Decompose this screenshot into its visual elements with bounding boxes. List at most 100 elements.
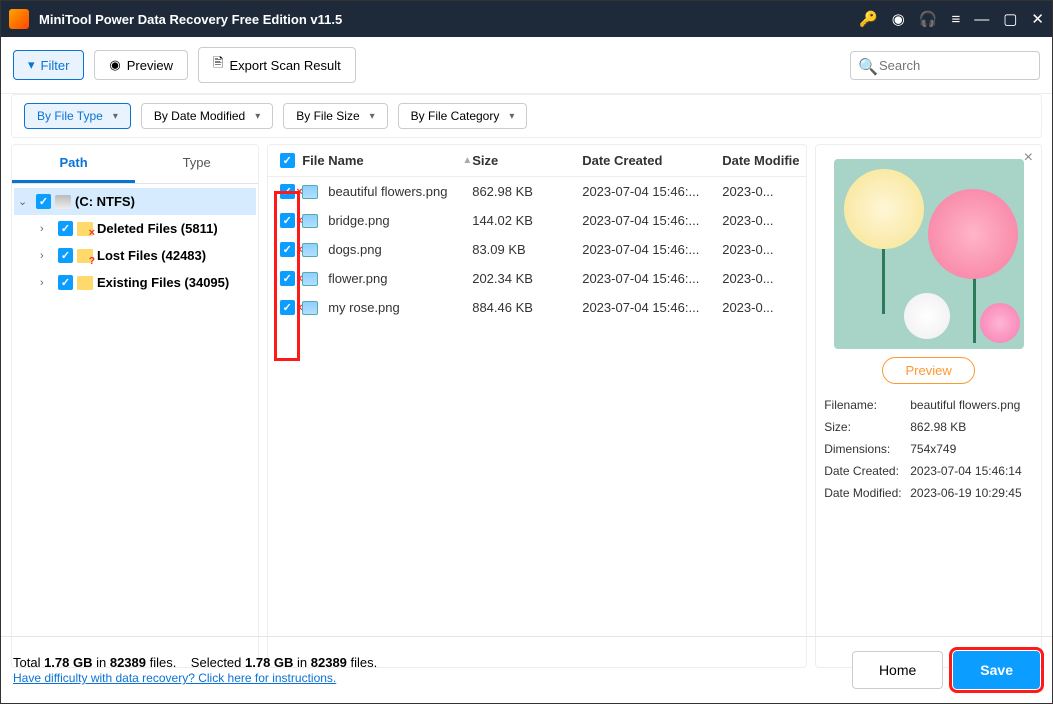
detail-date-created: 2023-07-04 15:46:14 [910,464,1033,478]
tab-path[interactable]: Path [12,145,135,183]
file-date-modified: 2023-0... [722,300,802,315]
file-date-created: 2023-07-04 15:46:... [582,271,722,286]
expand-icon[interactable]: › [40,223,54,235]
menu-icon[interactable]: ≡ [951,11,960,28]
image-file-icon [302,214,318,228]
table-header: File Name ▲ Size Date Created Date Modifi… [268,145,806,177]
search-input[interactable] [850,51,1040,80]
collapse-icon[interactable]: ⌄ [18,195,32,208]
file-date-created: 2023-07-04 15:46:... [582,242,722,257]
key-icon[interactable]: 🔑 [859,10,878,28]
file-date-created: 2023-07-04 15:46:... [582,213,722,228]
image-file-icon [302,243,318,257]
home-button[interactable]: Home [852,651,943,689]
file-size: 83.09 KB [472,242,582,257]
checkbox[interactable] [58,275,73,290]
window-title: MiniTool Power Data Recovery Free Editio… [39,12,859,27]
col-date-created[interactable]: Date Created [582,153,722,168]
close-panel-icon[interactable]: × [1024,149,1033,167]
table-row[interactable]: dogs.png 83.09 KB2023-07-04 15:46:...2023… [268,235,806,264]
file-date-modified: 2023-0... [722,242,802,257]
checkbox[interactable] [58,248,73,263]
footer: Total 1.78 GB in 82389 files. Selected 1… [1,636,1052,703]
close-icon[interactable]: ✕ [1031,10,1044,28]
disc-icon[interactable]: ◉ [892,10,905,28]
file-list-panel: File Name ▲ Size Date Created Date Modifi… [267,144,807,668]
filter-by-category[interactable]: By File Category [398,103,528,129]
checkbox[interactable] [280,184,295,199]
checkbox[interactable] [36,194,51,209]
file-name: beautiful flowers.png [328,184,447,199]
tree-lost[interactable]: › Lost Files (42483) [14,242,256,269]
app-logo-icon [9,9,29,29]
sort-asc-icon: ▲ [462,155,472,166]
file-size: 202.34 KB [472,271,582,286]
tree-panel: Path Type ⌄ (C: NTFS) › Deleted Files (5… [11,144,259,668]
tree-existing[interactable]: › Existing Files (34095) [14,269,256,296]
file-name: flower.png [328,271,387,286]
detail-dimensions: 754x749 [910,442,1033,456]
filter-by-date[interactable]: By Date Modified [141,103,273,129]
eye-icon: ◉ [109,57,120,73]
export-icon: 🖹 [213,54,223,76]
preview-button[interactable]: ◉Preview [94,50,188,80]
col-date-modified[interactable]: Date Modifie [722,153,802,168]
expand-icon[interactable]: › [40,277,54,289]
filter-row: By File Type By Date Modified By File Si… [11,94,1042,138]
file-name: bridge.png [328,213,389,228]
filter-by-size[interactable]: By File Size [283,103,387,129]
total-summary: Total 1.78 GB in 82389 files. Selected 1… [13,655,377,670]
file-date-created: 2023-07-04 15:46:... [582,300,722,315]
detail-filename: beautiful flowers.png [910,398,1033,412]
checkbox[interactable] [280,242,295,257]
folder-icon [77,276,93,290]
table-row[interactable]: my rose.png 884.46 KB2023-07-04 15:46:...… [268,293,806,322]
table-row[interactable]: flower.png 202.34 KB2023-07-04 15:46:...2… [268,264,806,293]
export-button[interactable]: 🖹Export Scan Result [198,47,356,83]
file-date-modified: 2023-0... [722,184,802,199]
maximize-icon[interactable]: ▢ [1003,10,1017,28]
tree-drive[interactable]: ⌄ (C: NTFS) [14,188,256,215]
detail-panel: × Preview Filename:beautiful flowers.png… [815,144,1042,668]
checkbox[interactable] [280,300,295,315]
minimize-icon[interactable]: — [974,11,989,28]
file-date-modified: 2023-0... [722,271,802,286]
checkbox[interactable] [280,271,295,286]
detail-size: 862.98 KB [910,420,1033,434]
file-name: my rose.png [328,300,400,315]
table-row[interactable]: beautiful flowers.png 862.98 KB2023-07-04… [268,177,806,206]
folder-lost-icon [77,249,93,263]
checkbox[interactable] [280,213,295,228]
file-size: 862.98 KB [472,184,582,199]
file-date-modified: 2023-0... [722,213,802,228]
file-name: dogs.png [328,242,382,257]
table-row[interactable]: bridge.png 144.02 KB2023-07-04 15:46:...2… [268,206,806,235]
help-link[interactable]: Have difficulty with data recovery? Clic… [13,671,336,685]
image-file-icon [302,301,318,315]
col-name[interactable]: File Name [302,153,363,168]
save-button[interactable]: Save [953,651,1040,689]
file-date-created: 2023-07-04 15:46:... [582,184,722,199]
tree-deleted[interactable]: › Deleted Files (5811) [14,215,256,242]
file-size: 144.02 KB [472,213,582,228]
filter-button[interactable]: ▾Filter [13,50,84,80]
funnel-icon: ▾ [28,57,35,73]
folder-deleted-icon [77,222,93,236]
drive-icon [55,195,71,209]
checkbox[interactable] [58,221,73,236]
image-file-icon [302,185,318,199]
tab-type[interactable]: Type [135,145,258,183]
toolbar: ▾Filter ◉Preview 🖹Export Scan Result 🔍 [1,37,1052,94]
expand-icon[interactable]: › [40,250,54,262]
preview-thumbnail [834,159,1024,349]
file-size: 884.46 KB [472,300,582,315]
search-icon: 🔍 [858,57,878,77]
checkbox-all[interactable] [280,153,295,168]
filter-by-type[interactable]: By File Type [24,103,131,129]
detail-date-modified: 2023-06-19 10:29:45 [910,486,1033,500]
headset-icon[interactable]: 🎧 [919,10,938,28]
titlebar: MiniTool Power Data Recovery Free Editio… [1,1,1052,37]
image-file-icon [302,272,318,286]
col-size[interactable]: Size [472,153,582,168]
preview-file-button[interactable]: Preview [882,357,974,384]
